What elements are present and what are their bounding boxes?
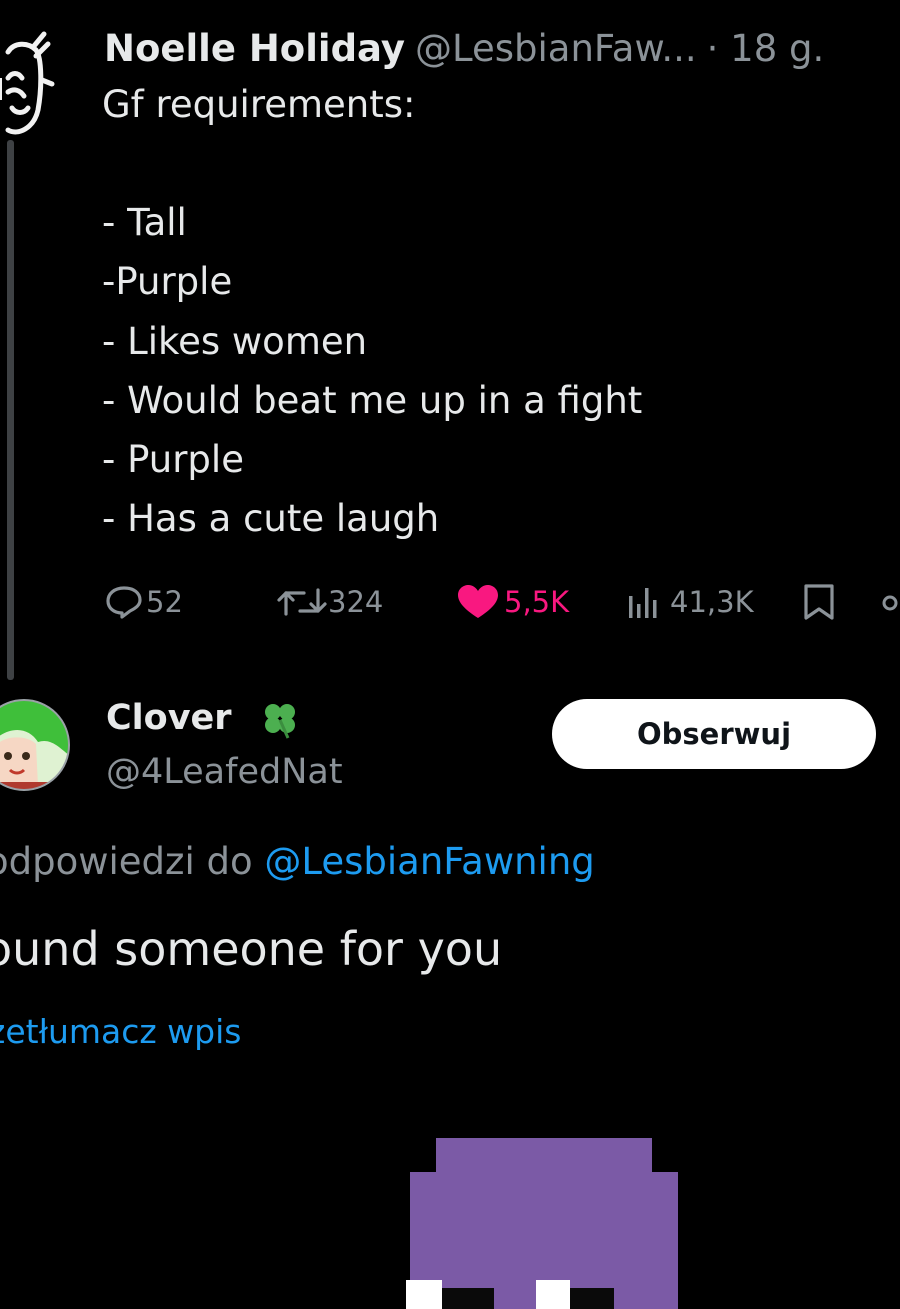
translate-link[interactable]: zetłumacz wpis <box>0 1008 241 1056</box>
tweet-header: Noelle Holiday @LesbianFaw... · 18 g. <box>104 24 894 74</box>
like-count: 5,5K <box>504 585 570 619</box>
user-handle[interactable]: @4LeafedNat <box>106 748 343 796</box>
reply-count: 52 <box>146 585 183 619</box>
tweet-text-line: Gf requirements: <box>102 83 416 126</box>
user-handle[interactable]: @LesbianFaw... <box>415 27 697 70</box>
share-icon <box>882 595 898 611</box>
views-button[interactable]: 41,3K <box>626 582 754 622</box>
reply-button[interactable]: 52 <box>104 582 183 622</box>
like-button[interactable]: 5,5K <box>456 582 569 622</box>
reply-mention-link[interactable]: @LesbianFawning <box>264 840 594 883</box>
timestamp[interactable]: · 18 g. <box>707 27 825 70</box>
clover-icon <box>265 704 295 739</box>
tweet-text-line: - Tall <box>102 201 187 244</box>
follow-button[interactable]: Obserwuj <box>552 699 876 769</box>
repost-icon <box>277 588 327 616</box>
tweet-text-line: - Likes women <box>102 320 368 363</box>
heart-icon <box>458 585 498 618</box>
avatar[interactable] <box>0 686 70 804</box>
tweet-text-line: -Purple <box>102 260 233 303</box>
tweet-text-line: - Would beat me up in a fight <box>102 379 643 422</box>
purple-pixel-character-image[interactable] <box>398 1138 698 1309</box>
reply-context: odpowiedzi do @LesbianFawning <box>0 836 595 888</box>
bookmark-icon <box>804 584 834 620</box>
tweet-text: ound someone for you <box>0 922 503 976</box>
bookmark-button[interactable] <box>802 582 836 622</box>
share-button[interactable] <box>880 582 900 622</box>
display-name[interactable]: Noelle Holiday <box>104 27 405 70</box>
display-name[interactable]: Clover <box>106 694 232 742</box>
reply-icon <box>106 586 142 619</box>
views-icon <box>629 588 657 618</box>
repost-count: 324 <box>328 585 384 619</box>
views-count: 41,3K <box>670 585 754 619</box>
avatar[interactable] <box>0 18 68 148</box>
repost-button[interactable]: 324 <box>276 582 383 622</box>
thread-line <box>7 140 14 680</box>
reply-context-label: odpowiedzi do <box>0 840 265 883</box>
tweet-text-line: - Has a cute laugh <box>102 497 440 540</box>
tweet-text-line: - Purple <box>102 438 244 481</box>
